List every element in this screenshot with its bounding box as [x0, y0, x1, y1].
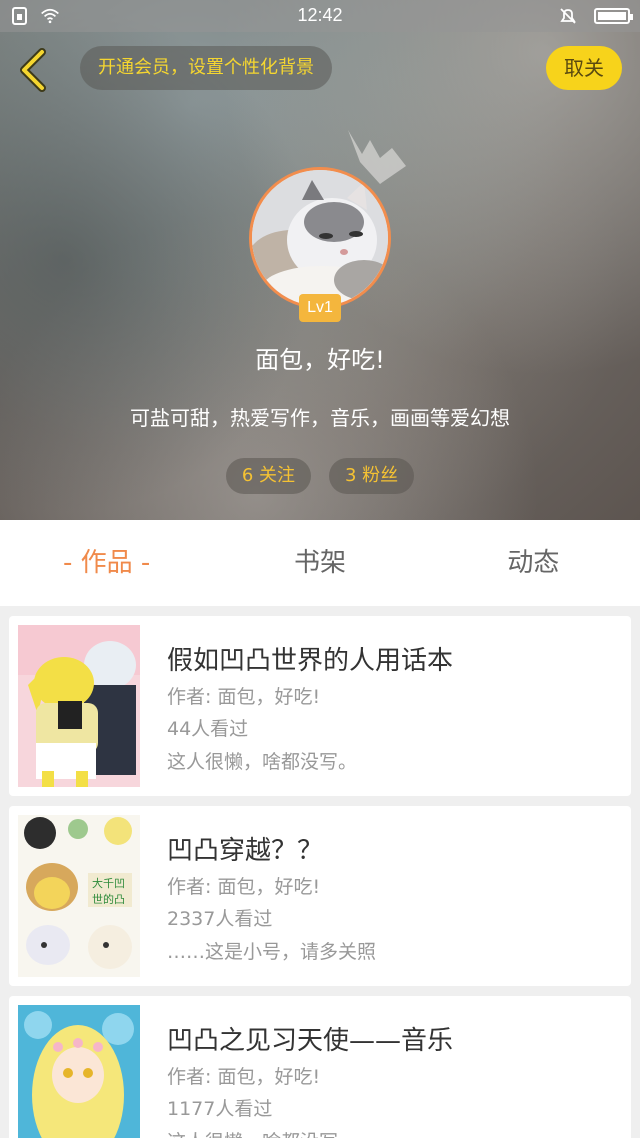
- work-description: ……这是小号，请多关照: [167, 941, 377, 963]
- work-views: 1177人看过: [167, 1098, 273, 1120]
- work-card[interactable]: 假如凹凸世界的人用话本 作者: 面包，好吃! 44人看过 这人很懒，啥都没写。: [9, 616, 631, 796]
- unfollow-button[interactable]: 取关: [546, 46, 622, 90]
- tab-works[interactable]: - 作品 -: [0, 520, 213, 606]
- user-bio: 可盐可甜，热爱写作，音乐，画画等爱幻想: [130, 406, 510, 430]
- work-author: 作者: 面包，好吃!: [167, 876, 321, 898]
- work-author: 作者: 面包，好吃!: [167, 686, 321, 708]
- work-cover-image: [18, 625, 140, 787]
- work-author: 作者: 面包，好吃!: [167, 1066, 321, 1088]
- followers-count-button[interactable]: 3 粉丝: [329, 458, 415, 494]
- work-title: 假如凹凸世界的人用话本: [167, 646, 454, 676]
- mute-bell-icon: [560, 8, 576, 24]
- tab-activity[interactable]: 动态: [427, 520, 640, 606]
- work-cover-image: [18, 1005, 140, 1138]
- status-bar: 12:42: [0, 0, 640, 32]
- profile-header: 12:42 开通会员，设置个性化背景 取关 Lv1 面包，好吃! 可盐可甜，热爱…: [0, 0, 640, 520]
- username: 面包，好吃!: [255, 346, 385, 374]
- follow-stats: 6 关注 3 粉丝: [0, 458, 640, 494]
- vip-background-prompt[interactable]: 开通会员，设置个性化背景: [80, 46, 332, 90]
- work-title: 凹凸穿越？？: [167, 836, 324, 866]
- work-card[interactable]: 大千凹 世的凸 凹凸穿越？？ 作者: 面包，好吃! 2337人看过 ……这是小号…: [9, 806, 631, 986]
- avatar[interactable]: [249, 167, 391, 309]
- work-views: 2337人看过: [167, 908, 273, 930]
- svg-text:世的凸: 世的凸: [92, 892, 125, 906]
- battery-icon: [594, 8, 633, 24]
- svg-text:大千凹: 大千凹: [92, 876, 125, 890]
- following-count-button[interactable]: 6 关注: [225, 458, 311, 494]
- work-views: 44人看过: [167, 718, 249, 740]
- back-arrow-icon[interactable]: [14, 44, 54, 92]
- work-description: 这人很懒，啥都没写。: [167, 751, 358, 773]
- status-time: 12:42: [297, 5, 343, 25]
- work-description: 这人很懒，啥都没写。: [167, 1127, 357, 1138]
- tab-bookshelf[interactable]: 书架: [213, 520, 426, 606]
- work-title: 凹凸之见习天使——音乐: [167, 1026, 454, 1056]
- profile-tabs: - 作品 - 书架 动态: [0, 520, 640, 606]
- cat-avatar-image: [252, 170, 388, 306]
- work-cover-image: 大千凹 世的凸: [18, 815, 140, 977]
- work-card[interactable]: 凹凸之见习天使——音乐 作者: 面包，好吃! 1177人看过 这人很懒，啥都没写…: [9, 996, 631, 1138]
- level-badge: Lv1: [299, 294, 341, 322]
